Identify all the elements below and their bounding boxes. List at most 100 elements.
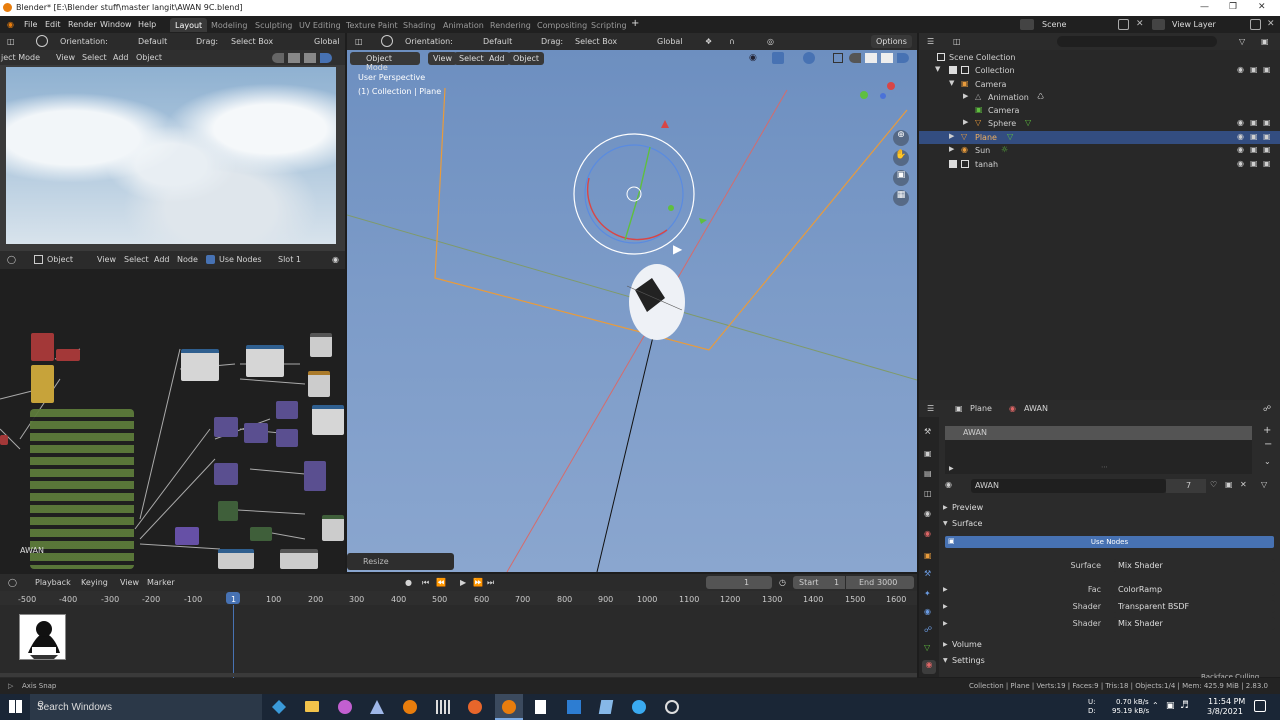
editor-type-icon[interactable]: ◫: [7, 37, 15, 46]
menu-add[interactable]: Add: [113, 53, 129, 62]
select-tool-icon[interactable]: [381, 35, 393, 47]
monitor-icon[interactable]: ▣: [1250, 65, 1258, 74]
copy-material-icon[interactable]: ▣: [1225, 480, 1233, 489]
menu-render[interactable]: Render: [68, 20, 96, 29]
expand-arrow-icon[interactable]: ▶: [943, 620, 948, 627]
particles-tab-icon[interactable]: ✦: [924, 589, 931, 598]
operator-panel[interactable]: Resize: [347, 553, 454, 570]
tab-scripting[interactable]: Scripting: [586, 18, 632, 32]
preview-section[interactable]: Preview: [952, 503, 983, 512]
expand-arrow-icon[interactable]: ▶: [949, 132, 954, 140]
active-app-tab[interactable]: [495, 694, 523, 720]
menu-add[interactable]: Add: [154, 255, 170, 264]
tab-modeling[interactable]: Modeling: [206, 18, 252, 32]
eye-icon[interactable]: ◉: [1237, 118, 1244, 127]
node[interactable]: [214, 417, 238, 437]
expand-arrow-icon[interactable]: ▼: [949, 79, 954, 87]
node[interactable]: [312, 405, 344, 435]
magnet-icon[interactable]: ∩: [729, 37, 735, 46]
menu-select[interactable]: Select: [124, 255, 149, 264]
view-layer-icon[interactable]: [1152, 19, 1165, 30]
grid-view-icon[interactable]: ▦: [893, 190, 909, 206]
outliner-row[interactable]: ▶ △ Animation ♺: [919, 91, 1280, 104]
node[interactable]: [250, 527, 272, 541]
node[interactable]: [218, 549, 254, 569]
start-frame-field[interactable]: Start 1: [793, 576, 845, 589]
expand-arrow-icon[interactable]: ▶: [949, 145, 954, 153]
scene-selector-icon[interactable]: [1020, 19, 1034, 30]
expand-arrow-icon[interactable]: ▶: [943, 586, 948, 593]
windows-start-icon[interactable]: [9, 700, 22, 713]
timeline-scrollbar[interactable]: [0, 673, 917, 677]
tab-animation[interactable]: Animation: [438, 18, 489, 32]
menu-file[interactable]: File: [24, 20, 37, 29]
outliner-row[interactable]: ▶ ▽ Sphere ▽ ◉ ▣ ▣: [919, 117, 1280, 130]
filter-icon[interactable]: ▽: [1239, 37, 1245, 46]
add-slot-button[interactable]: +: [1263, 425, 1271, 436]
slot-specials-icon[interactable]: ⌄: [1264, 457, 1271, 466]
new-collection-icon[interactable]: ▣: [1261, 37, 1269, 46]
blender-icon[interactable]: [403, 700, 417, 714]
restore-button[interactable]: ❐: [1229, 2, 1237, 12]
pin-icon[interactable]: ☍: [1263, 404, 1271, 413]
add-workspace-button[interactable]: +: [631, 18, 639, 29]
snap-icon[interactable]: ❖: [705, 37, 712, 46]
tab-layout[interactable]: Layout: [170, 18, 208, 32]
display-mode-icon[interactable]: ◫: [953, 37, 961, 46]
fac-input-field[interactable]: ColorRamp: [1113, 583, 1275, 596]
expand-arrow-icon[interactable]: ▶: [963, 92, 968, 100]
node[interactable]: [280, 549, 318, 569]
shader-2-field[interactable]: Mix Shader: [1113, 617, 1275, 630]
minimize-button[interactable]: —: [1200, 2, 1209, 12]
menu-view[interactable]: View: [97, 255, 116, 264]
shader-1-field[interactable]: Transparent BSDF: [1113, 600, 1275, 613]
tab-compositing[interactable]: Compositing: [532, 18, 592, 32]
app-icon[interactable]: [665, 700, 679, 714]
pin-icon[interactable]: ◉: [332, 255, 339, 264]
proportional-icon[interactable]: ◎: [767, 37, 774, 46]
zoom-icon[interactable]: ⊕: [893, 130, 909, 146]
camera-render-icon[interactable]: ▣: [1263, 118, 1271, 127]
expand-arrow-icon[interactable]: ▶: [963, 118, 968, 126]
mode-dropdown[interactable]: ject Mode: [1, 53, 40, 62]
menu-object[interactable]: Object: [136, 53, 162, 62]
menu-help[interactable]: Help: [138, 20, 156, 29]
delete-view-layer-icon[interactable]: ✕: [1267, 19, 1275, 29]
outliner-tree[interactable]: Scene Collection ▼ Collection ◉ ▣ ▣ ▼ ▣ …: [919, 50, 1280, 400]
volume-section[interactable]: Volume: [952, 640, 982, 649]
record-icon[interactable]: ●: [405, 578, 412, 587]
output-tab-icon[interactable]: ▤: [924, 469, 932, 478]
outliner-row[interactable]: ▶ ◉ Sun ☼ ◉ ▣ ▣: [919, 144, 1280, 157]
outliner-row[interactable]: Scene Collection: [919, 51, 1280, 64]
next-key-icon[interactable]: ⏩: [473, 578, 483, 587]
camera-render-icon[interactable]: ▣: [1263, 145, 1271, 154]
app-icon[interactable]: [370, 700, 384, 714]
camera-render-icon[interactable]: ▣: [1263, 65, 1271, 74]
transform-orientation-dropdown[interactable]: Global: [314, 37, 340, 46]
scene-tab-icon[interactable]: ◉: [924, 509, 931, 518]
monitor-icon[interactable]: ▣: [1250, 118, 1258, 127]
transform-orientation-dropdown[interactable]: Global: [657, 37, 683, 46]
current-frame-field[interactable]: 1: [706, 576, 772, 589]
menu-view[interactable]: View: [120, 578, 139, 587]
material-tab-icon[interactable]: ◉: [922, 660, 936, 674]
checkbox-icon[interactable]: [949, 66, 957, 74]
delete-scene-icon[interactable]: ✕: [1136, 19, 1144, 29]
shader-type-dropdown[interactable]: Object: [47, 255, 73, 264]
node[interactable]: [31, 333, 54, 361]
outliner-type-icon[interactable]: ☰: [927, 37, 934, 46]
stopwatch-icon[interactable]: ◷: [779, 578, 786, 587]
tab-shading[interactable]: Shading: [398, 18, 441, 32]
surface-shader-field[interactable]: Mix Shader: [1113, 559, 1275, 572]
node[interactable]: [181, 349, 219, 381]
render-tab-icon[interactable]: ▣: [924, 449, 932, 458]
scene-name-field[interactable]: Scene: [1042, 20, 1066, 29]
expand-arrow-icon[interactable]: ▼: [943, 520, 948, 527]
editor-type-icon[interactable]: ◫: [355, 37, 363, 46]
node[interactable]: [56, 349, 80, 361]
material-browse-icon[interactable]: ◉: [945, 480, 952, 489]
clock-date[interactable]: 3/8/2021: [1207, 707, 1243, 716]
shader-type-icon[interactable]: [34, 255, 43, 264]
world-tab-icon[interactable]: ◉: [924, 529, 931, 538]
jump-start-icon[interactable]: ⏮: [422, 578, 429, 588]
